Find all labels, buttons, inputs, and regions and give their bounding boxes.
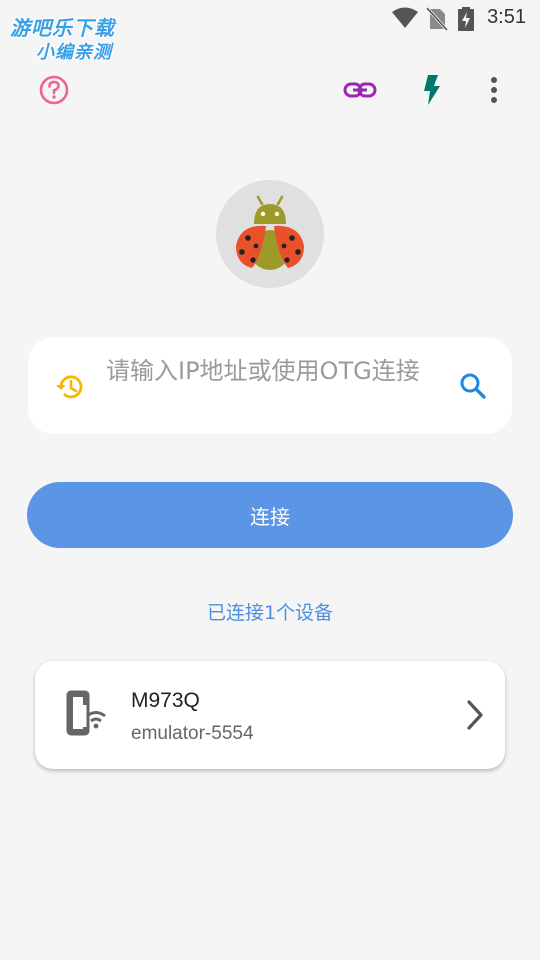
phone-wifi-icon [66,690,106,736]
wifi-icon [392,7,418,28]
device-name: M973Q [131,689,200,712]
help-button[interactable] [34,70,74,110]
flash-button[interactable] [412,70,452,110]
chevron-right-icon [467,700,483,730]
link-icon [343,82,377,98]
ladybug-android-logo [236,195,304,270]
flash-icon [424,75,440,105]
battery-charging-icon [458,7,474,31]
watermark: 游吧乐下载 小编亲测 [8,8,148,64]
link-button[interactable] [340,70,380,110]
device-list-item[interactable]: M973Q emulator-5554 [35,661,505,769]
connect-button[interactable]: 连接 [27,482,513,548]
no-sim-icon [426,7,448,31]
connected-devices-status[interactable]: 已连接1个设备 [0,598,540,625]
more-vert-icon [491,77,497,103]
status-clock: 3:51 [487,6,526,28]
address-input-card: 请输入IP地址或使用OTG连接 [28,337,512,434]
more-options-button[interactable] [474,70,514,110]
address-input[interactable]: 请输入IP地址或使用OTG连接 [106,355,436,387]
history-icon[interactable] [54,371,86,403]
watermark-line-2: 小编亲测 [36,42,112,63]
app-logo [216,180,324,288]
device-serial: emulator-5554 [131,723,254,744]
search-icon[interactable] [458,371,488,401]
help-icon [39,75,69,105]
watermark-line-1: 游吧乐下载 [10,16,115,40]
